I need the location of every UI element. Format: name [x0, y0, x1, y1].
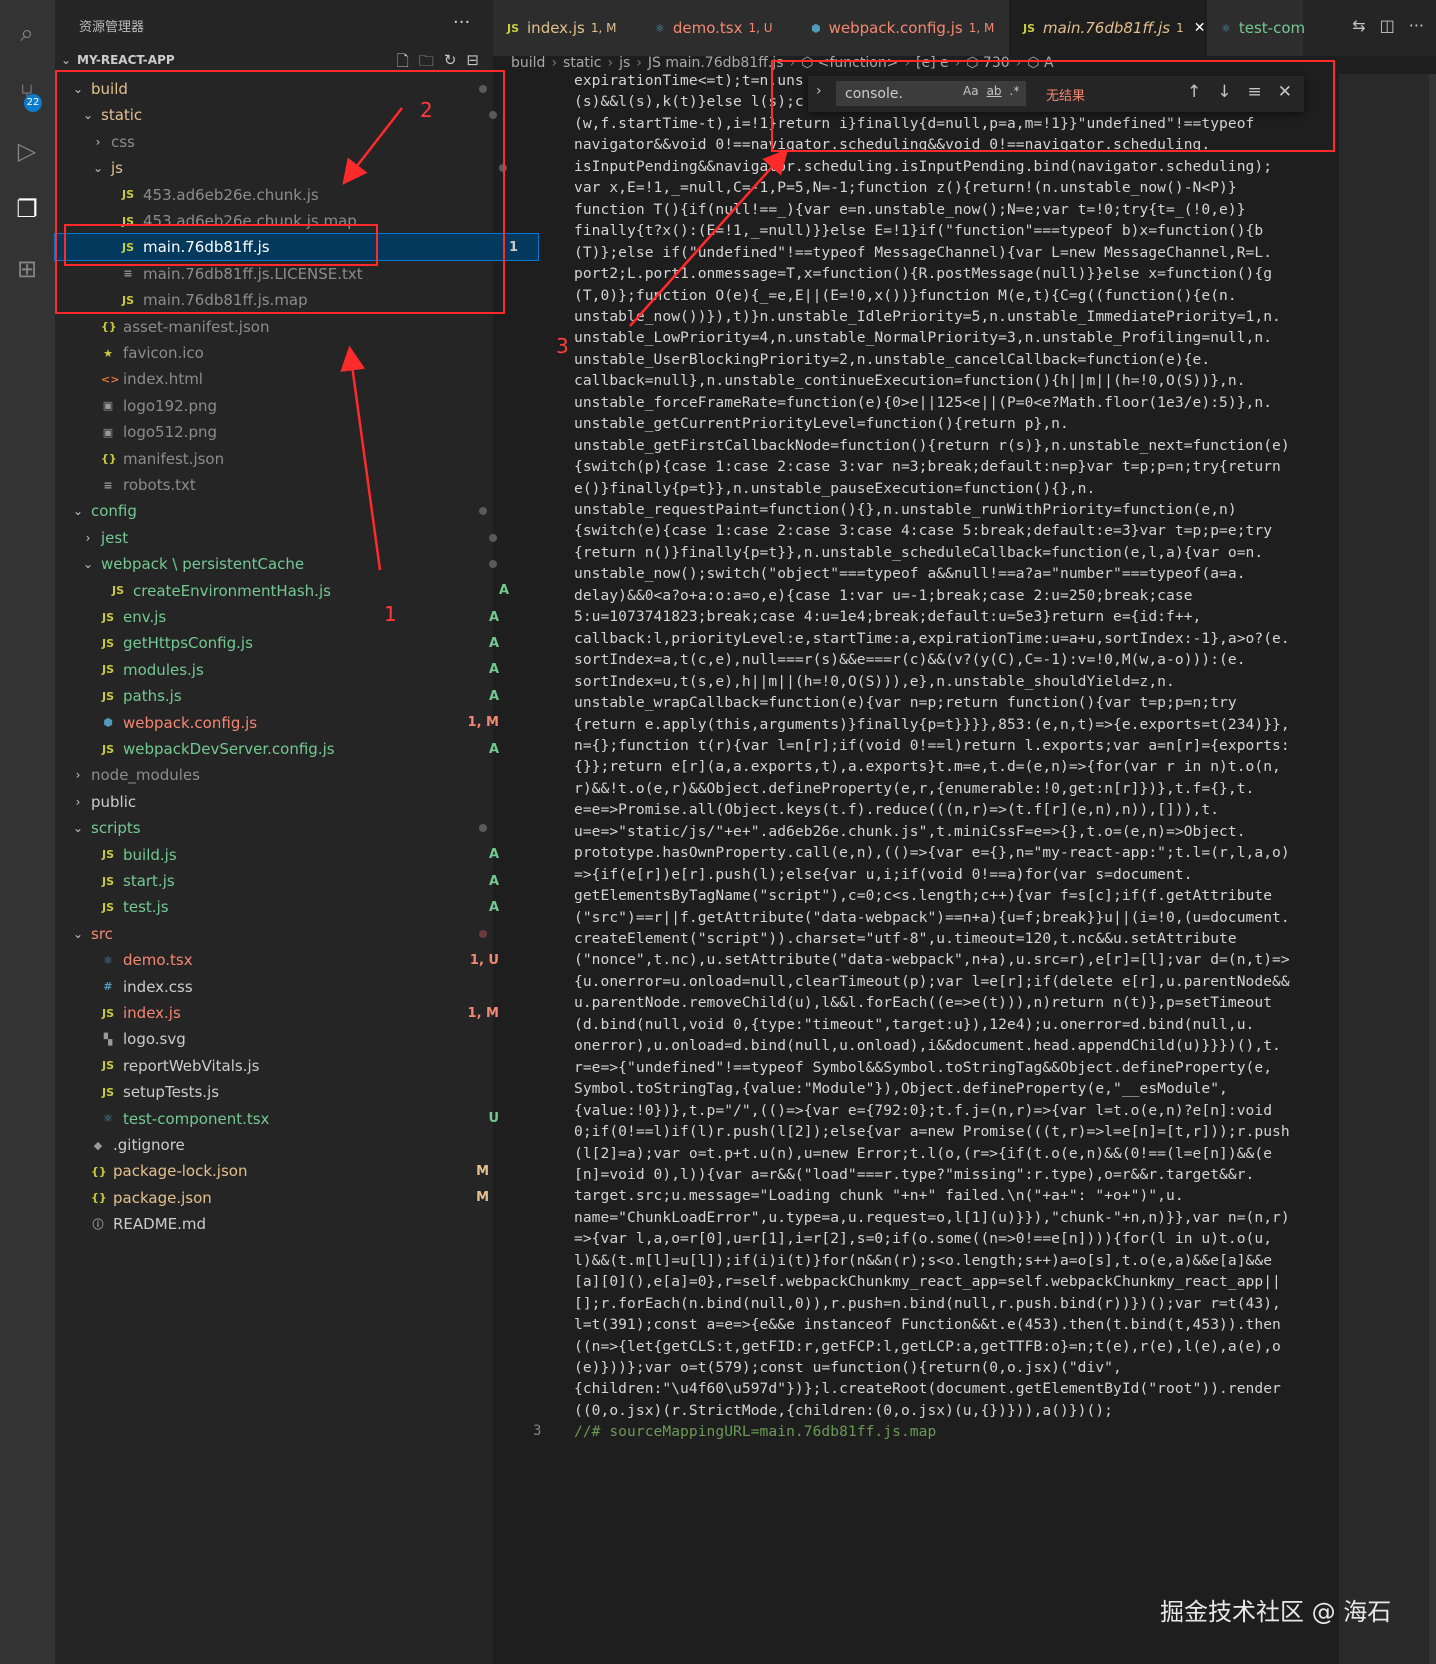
annotation-arrows — [340, 107, 789, 571]
arrow-3 — [629, 148, 789, 327]
watermark: 掘金技术社区 @ 海石 — [1160, 1598, 1392, 1626]
arrow-1 — [340, 345, 382, 571]
arrow-2 — [342, 107, 403, 185]
